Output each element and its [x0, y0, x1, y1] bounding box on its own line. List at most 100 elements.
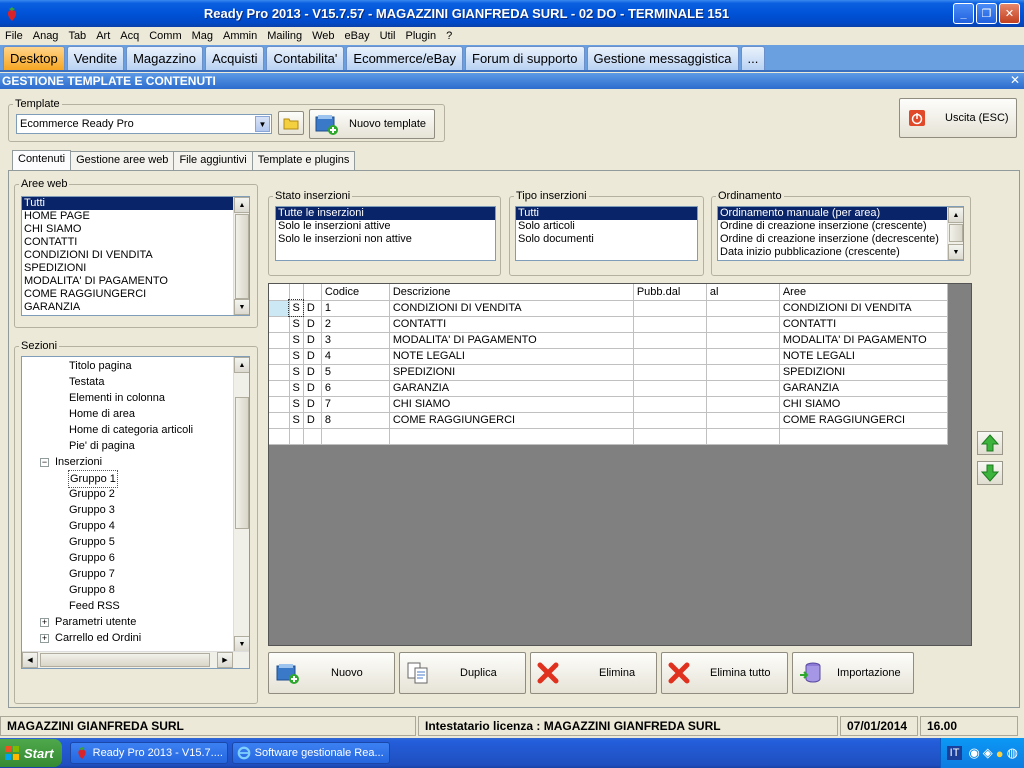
warning-icon[interactable]: ●	[996, 746, 1004, 761]
menu-art[interactable]: Art	[91, 30, 115, 42]
column-header-aree[interactable]: Aree	[779, 284, 948, 301]
cell-codice[interactable]: 7	[321, 396, 390, 413]
column-header-descrizione[interactable]: Descrizione	[389, 284, 634, 301]
menu-comm[interactable]: Comm	[144, 30, 186, 42]
cell-d[interactable]: D	[303, 300, 322, 317]
scroll-down-icon[interactable]: ▼	[948, 244, 963, 260]
tree-item[interactable]: Gruppo 8	[22, 582, 249, 598]
list-item[interactable]: CHI SIAMO	[22, 223, 249, 236]
sezioni-hscrollbar[interactable]: ◀ ▶	[22, 651, 249, 668]
list-item[interactable]: Data inizio pubblicazione (crescente)	[718, 246, 963, 259]
scroll-thumb[interactable]	[235, 397, 249, 529]
row-indicator[interactable]	[269, 300, 290, 317]
cell-aree[interactable]: SPEDIZIONI	[779, 364, 948, 381]
tab-more[interactable]: ...	[740, 46, 766, 70]
scroll-down-icon[interactable]: ▼	[234, 299, 249, 315]
cell-descrizione[interactable]: SPEDIZIONI	[389, 364, 634, 381]
cell-d[interactable]: D	[303, 348, 322, 365]
messenger-icon[interactable]: ◍	[1007, 745, 1018, 761]
empty-cell[interactable]	[389, 428, 634, 445]
cell-aree[interactable]: CONTATTI	[779, 316, 948, 333]
cell-pubb-dal[interactable]	[633, 396, 707, 413]
tab-gestione-aree-web[interactable]: Gestione aree web	[70, 151, 175, 170]
tab-magazzino[interactable]: Magazzino	[126, 46, 203, 70]
cell-descrizione[interactable]: COME RAGGIUNGERCI	[389, 412, 634, 429]
row-indicator[interactable]	[269, 380, 290, 397]
list-item[interactable]: Ordine di creazione inserzione (crescent…	[718, 220, 963, 233]
tab-messaggistica[interactable]: Gestione messaggistica	[586, 46, 739, 70]
tree-item[interactable]: Home di area	[22, 406, 249, 422]
list-item[interactable]: Solo le inserzioni attive	[276, 220, 495, 233]
tree-item[interactable]: Gruppo 7	[22, 566, 249, 582]
taskbar-item-browser[interactable]: Software gestionale Rea...	[231, 742, 390, 764]
cell-codice[interactable]: 3	[321, 332, 390, 349]
cell-d[interactable]: D	[303, 332, 322, 349]
aree-web-list[interactable]: Tutti HOME PAGE CHI SIAMO CONTATTI CONDI…	[21, 196, 250, 316]
scroll-right-icon[interactable]: ▶	[217, 652, 233, 668]
cell-al[interactable]	[706, 316, 780, 333]
table-row-empty[interactable]	[269, 428, 948, 445]
cell-s[interactable]: S	[287, 299, 305, 317]
table-row[interactable]: S D 7 CHI SIAMO CHI SIAMO	[269, 396, 948, 413]
menu-tab[interactable]: Tab	[63, 30, 91, 42]
empty-cell[interactable]	[779, 428, 948, 445]
empty-cell[interactable]	[269, 428, 290, 445]
cell-aree[interactable]: MODALITA' DI PAGAMENTO	[779, 332, 948, 349]
empty-cell[interactable]	[633, 428, 707, 445]
cell-al[interactable]	[706, 412, 780, 429]
menu-acq[interactable]: Acq	[115, 30, 144, 42]
tree-item[interactable]: Home di categoria articoli	[22, 422, 249, 438]
open-folder-button[interactable]	[278, 111, 304, 135]
menu-plugin[interactable]: Plugin	[401, 30, 442, 42]
empty-cell[interactable]	[321, 428, 390, 445]
cell-d[interactable]: D	[303, 380, 322, 397]
tab-forum[interactable]: Forum di supporto	[465, 46, 585, 70]
sezioni-vscrollbar[interactable]: ▲ ▼	[233, 357, 249, 652]
scroll-thumb[interactable]	[40, 653, 210, 667]
network-icon[interactable]: ◉	[968, 745, 979, 761]
stato-list[interactable]: Tutte le inserzioni Solo le inserzioni a…	[275, 206, 496, 261]
list-item[interactable]: Solo articoli	[516, 220, 697, 233]
table-row[interactable]: S D 5 SPEDIZIONI SPEDIZIONI	[269, 364, 948, 381]
cell-descrizione[interactable]: MODALITA' DI PAGAMENTO	[389, 332, 634, 349]
duplica-button[interactable]: Duplica	[399, 652, 526, 694]
menu-mag[interactable]: Mag	[187, 30, 218, 42]
tab-contenuti[interactable]: Contenuti	[12, 150, 72, 170]
list-item[interactable]: CONTATTI	[22, 236, 249, 249]
cell-aree[interactable]: NOTE LEGALI	[779, 348, 948, 365]
ordinamento-scrollbar[interactable]: ▲ ▼	[947, 207, 963, 260]
menu-ammin[interactable]: Ammin	[218, 30, 262, 42]
cell-pubb-dal[interactable]	[633, 300, 707, 317]
tree-item[interactable]: Gruppo 5	[22, 534, 249, 550]
row-indicator[interactable]	[269, 396, 290, 413]
scroll-thumb[interactable]	[235, 214, 249, 299]
empty-cell[interactable]	[303, 428, 322, 445]
tab-acquisti[interactable]: Acquisti	[204, 46, 265, 70]
cell-pubb-dal[interactable]	[633, 348, 707, 365]
tab-contabilita[interactable]: Contabilita'	[266, 46, 345, 70]
language-indicator[interactable]: IT	[946, 746, 963, 760]
cell-pubb-dal[interactable]	[633, 316, 707, 333]
list-item[interactable]: Ordinamento manuale (per area)	[718, 207, 947, 220]
cell-s[interactable]: S	[289, 364, 304, 381]
exit-button[interactable]: Uscita (ESC)	[899, 98, 1017, 138]
tree-item[interactable]: Pie' di pagina	[22, 438, 249, 454]
importazione-button[interactable]: Importazione	[792, 652, 914, 694]
list-item[interactable]: GARANZIA	[22, 301, 249, 314]
elimina-tutto-button[interactable]: Elimina tutto	[661, 652, 788, 694]
scroll-up-icon[interactable]: ▲	[234, 357, 249, 373]
list-item[interactable]: Solo documenti	[516, 233, 697, 246]
cell-aree[interactable]: CHI SIAMO	[779, 396, 948, 413]
collapse-icon[interactable]: −	[40, 458, 49, 467]
tree-item[interactable]: − Inserzioni	[22, 454, 249, 470]
table-row[interactable]: S D 3 MODALITA' DI PAGAMENTO MODALITA' DI PA…	[269, 332, 948, 349]
cell-aree[interactable]: CONDIZIONI DI VENDITA	[779, 300, 948, 317]
table-row[interactable]: S D 1 CONDIZIONI DI VENDITA CONDIZIONI DI VE…	[269, 299, 948, 317]
tree-item[interactable]: Feed RSS	[22, 598, 249, 614]
cell-codice[interactable]: 1	[321, 300, 390, 317]
tab-template-plugins[interactable]: Template e plugins	[251, 151, 356, 170]
cell-al[interactable]	[706, 300, 780, 317]
scroll-left-icon[interactable]: ◀	[22, 652, 38, 668]
tipo-list[interactable]: Tutti Solo articoli Solo documenti	[515, 206, 698, 261]
tree-item[interactable]: Testata	[22, 374, 249, 390]
